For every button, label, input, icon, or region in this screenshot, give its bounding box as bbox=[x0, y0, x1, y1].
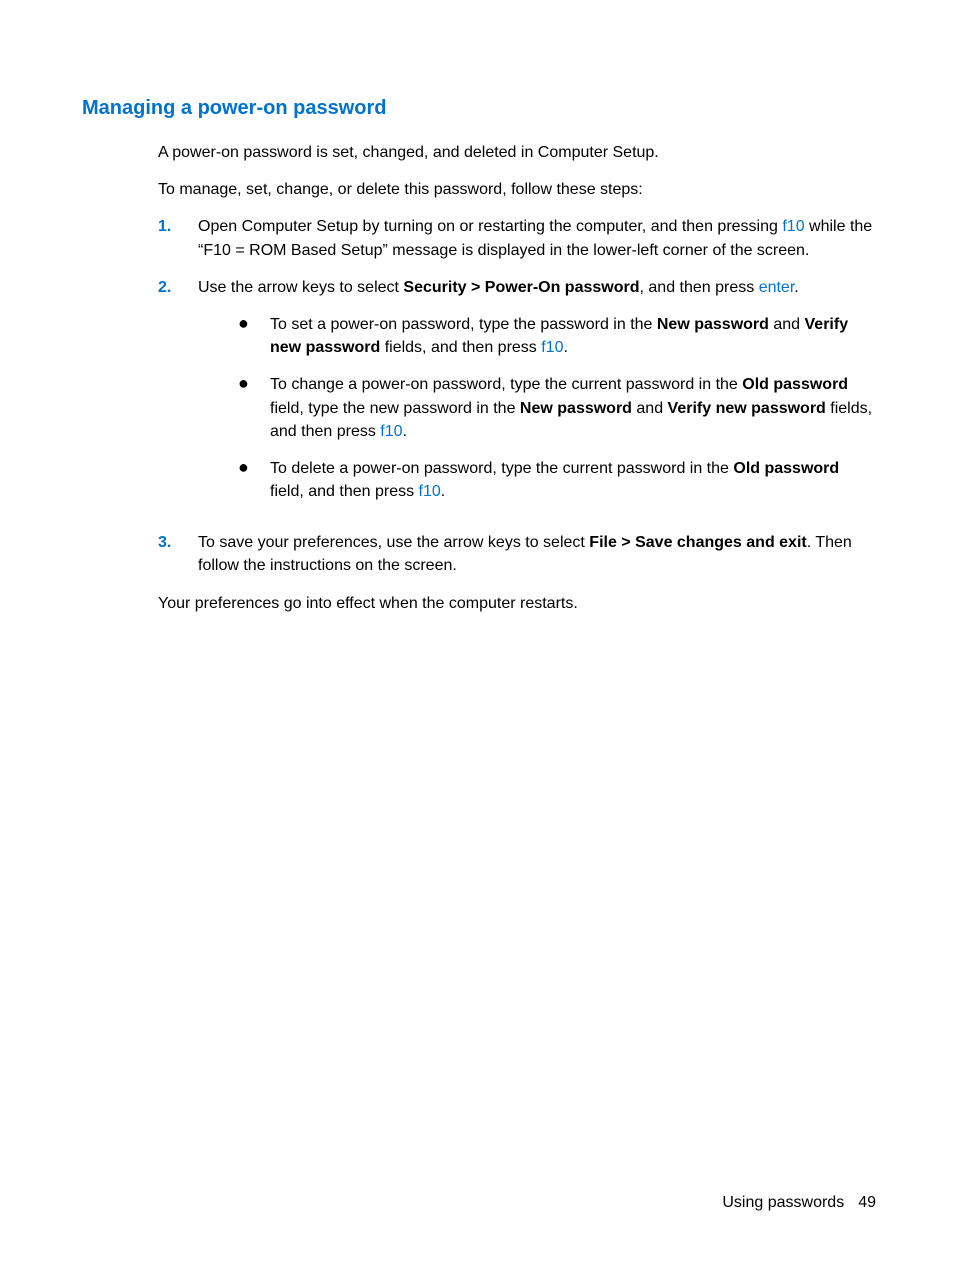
substep-content: To delete a power-on password, type the … bbox=[270, 457, 876, 503]
bold-text: New password bbox=[520, 400, 632, 417]
text: . bbox=[794, 279, 798, 296]
text: To change a power-on password, type the … bbox=[270, 376, 742, 393]
text: To save your preferences, use the arrow … bbox=[198, 534, 589, 551]
key-f10: f10 bbox=[541, 339, 563, 356]
text: Use the arrow keys to select bbox=[198, 279, 403, 296]
text: field, type the new password in the bbox=[270, 400, 520, 417]
bold-text: Verify new password bbox=[668, 400, 826, 417]
step-number: 2. bbox=[158, 276, 198, 518]
text: and bbox=[632, 400, 668, 417]
bold-text: Old password bbox=[733, 460, 839, 477]
text: . bbox=[563, 339, 567, 356]
intro-paragraph-2: To manage, set, change, or delete this p… bbox=[158, 178, 876, 201]
key-f10: f10 bbox=[380, 423, 402, 440]
text: To set a power-on password, type the pas… bbox=[270, 316, 657, 333]
step-3: 3. To save your preferences, use the arr… bbox=[158, 531, 876, 577]
substep-set: ● To set a power-on password, type the p… bbox=[238, 313, 876, 359]
substep-change: ● To change a power-on password, type th… bbox=[238, 373, 876, 443]
footer-section-label: Using passwords bbox=[722, 1194, 844, 1211]
outro-paragraph: Your preferences go into effect when the… bbox=[158, 592, 876, 615]
text: . bbox=[403, 423, 407, 440]
text: . bbox=[441, 483, 445, 500]
section-heading: Managing a power-on password bbox=[82, 94, 876, 123]
key-enter: enter bbox=[759, 279, 795, 296]
text: To delete a power-on password, type the … bbox=[270, 460, 733, 477]
bullet-icon: ● bbox=[238, 457, 270, 503]
text: field, and then press bbox=[270, 483, 419, 500]
bullet-icon: ● bbox=[238, 313, 270, 359]
key-f10: f10 bbox=[782, 218, 804, 235]
text: fields, and then press bbox=[380, 339, 541, 356]
bold-text: File > Save changes and exit bbox=[589, 534, 806, 551]
text: and bbox=[769, 316, 805, 333]
bold-text: Old password bbox=[742, 376, 848, 393]
intro-paragraph-1: A power-on password is set, changed, and… bbox=[158, 141, 876, 164]
step-content: Open Computer Setup by turning on or res… bbox=[198, 215, 876, 261]
page-footer: Using passwords 49 bbox=[722, 1191, 876, 1214]
step-1: 1. Open Computer Setup by turning on or … bbox=[158, 215, 876, 261]
text: , and then press bbox=[640, 279, 759, 296]
step-content: Use the arrow keys to select Security > … bbox=[198, 276, 876, 518]
step-2: 2. Use the arrow keys to select Security… bbox=[158, 276, 876, 518]
bold-text: New password bbox=[657, 316, 769, 333]
substep-content: To change a power-on password, type the … bbox=[270, 373, 876, 443]
substep-delete: ● To delete a power-on password, type th… bbox=[238, 457, 876, 503]
text: Open Computer Setup by turning on or res… bbox=[198, 218, 782, 235]
step-number: 1. bbox=[158, 215, 198, 261]
page-number: 49 bbox=[858, 1194, 876, 1211]
step-number: 3. bbox=[158, 531, 198, 577]
key-f10: f10 bbox=[419, 483, 441, 500]
bullet-icon: ● bbox=[238, 373, 270, 443]
substep-content: To set a power-on password, type the pas… bbox=[270, 313, 876, 359]
bold-text: Security > Power-On password bbox=[403, 279, 639, 296]
step-content: To save your preferences, use the arrow … bbox=[198, 531, 876, 577]
